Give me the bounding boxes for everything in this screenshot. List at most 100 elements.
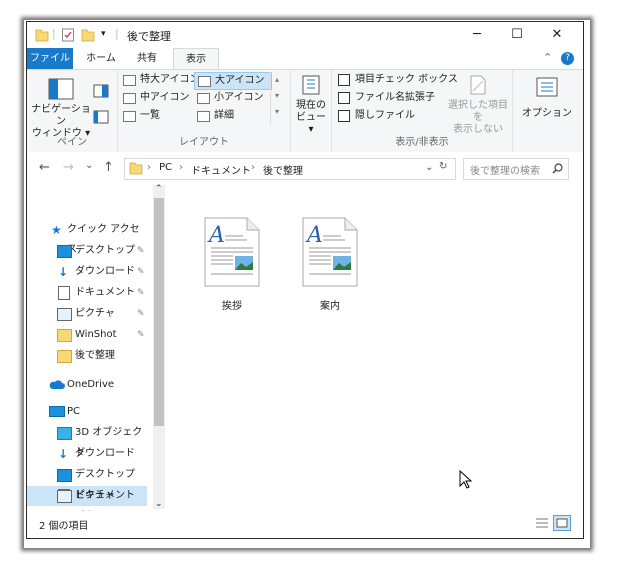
scrollbar-thumb[interactable]: [154, 198, 164, 426]
breadcrumb-documents[interactable]: ドキュメント: [191, 162, 251, 177]
folder-icon: [35, 29, 49, 42]
tab-share[interactable]: 共有: [127, 48, 167, 69]
tab-file[interactable]: ファイル: [27, 48, 73, 69]
nav-pc-desktop-label: デスクトップ: [75, 469, 135, 480]
nav-pc-downloads[interactable]: ↓ ダウンロード: [27, 444, 147, 464]
layout-details[interactable]: 詳細: [194, 108, 270, 124]
file-extension-toggle[interactable]: ファイル名拡張子: [338, 90, 435, 106]
quick-access-toolbar-dropdown[interactable]: ▾: [101, 29, 106, 45]
address-bar[interactable]: › PC › ドキュメント › 後で整理 ⌄ ↻: [124, 158, 456, 180]
nav-pc-3d-objects[interactable]: 3D オブジェクト: [27, 423, 147, 458]
large-icons-icon: [198, 76, 211, 87]
new-folder-icon[interactable]: [81, 27, 95, 43]
group-pane: ナビゲーション ウィンドウ ▾ ペイン: [27, 70, 118, 152]
tab-home[interactable]: ホーム: [81, 48, 121, 69]
pin-icon: ✎: [137, 288, 145, 298]
item-checkbox-toggle[interactable]: 項目チェック ボックス: [338, 72, 458, 88]
back-button[interactable]: ←: [39, 160, 50, 175]
item-checkbox-label: 項目チェック ボックス: [355, 74, 458, 85]
options-button[interactable]: オプション: [515, 76, 579, 119]
nav-pc-pictures-visible[interactable]: ピクチャ: [27, 486, 147, 506]
pictures-icon: [57, 308, 72, 321]
address-dropdown-button[interactable]: ⌄: [425, 162, 433, 173]
folder-icon: [57, 350, 72, 363]
file-extension-box[interactable]: [338, 92, 350, 104]
nav-quick-later[interactable]: 後で整理: [27, 346, 147, 366]
computer-icon: [49, 406, 65, 417]
hidden-files-toggle[interactable]: 隠しファイル: [338, 108, 415, 124]
address-row: ← → ⌄ ↑ › PC › ドキュメント › 後で整理 ⌄ ↻ 後で整理の検索: [27, 152, 583, 184]
nav-quick-access[interactable]: ★ クイック アクセス: [27, 220, 147, 255]
large-icons-view-icon[interactable]: [553, 515, 571, 531]
breadcrumb-separator: ›: [179, 162, 183, 173]
preview-pane-icon[interactable]: [93, 84, 109, 98]
layout-extra-large-label: 特大アイコン: [140, 74, 200, 85]
nav-quick-winshot[interactable]: WinShot ✎: [27, 325, 147, 345]
options-label: オプション: [522, 108, 572, 119]
properties-icon[interactable]: [61, 27, 75, 43]
close-button[interactable]: ✕: [537, 22, 577, 48]
scroll-down-icon[interactable]: ⌄: [155, 499, 163, 509]
refresh-button[interactable]: ↻: [439, 161, 447, 172]
layout-details-label: 詳細: [214, 110, 234, 121]
nav-pc-pictures-visible-label: ピクチャ: [75, 490, 115, 501]
nav-quick-pictures[interactable]: ピクチャ ✎: [27, 304, 147, 324]
nav-pc[interactable]: PC: [27, 402, 147, 422]
file-item[interactable]: A 挨拶: [197, 216, 267, 312]
layout-large-icons[interactable]: 大アイコン: [194, 72, 272, 90]
layout-list-label: 一覧: [140, 110, 160, 121]
group-current-view: 現在の ビュー ▾: [291, 70, 332, 152]
current-view-button[interactable]: 現在の ビュー ▾: [293, 74, 329, 136]
breadcrumb-separator: ›: [251, 162, 255, 173]
nav-quick-desktop[interactable]: デスクトップ ✎: [27, 241, 147, 261]
nav-quick-desktop-label: デスクトップ: [75, 245, 135, 256]
forward-button[interactable]: →: [63, 160, 74, 175]
nav-quick-downloads[interactable]: ↓ ダウンロード ✎: [27, 262, 147, 282]
nav-pc-desktop[interactable]: デスクトップ: [27, 465, 147, 485]
current-view-icon: [302, 75, 320, 95]
file-item[interactable]: A 案内: [295, 216, 365, 312]
wordpad-document-icon: A: [204, 217, 260, 287]
maximize-button[interactable]: ☐: [497, 22, 537, 48]
tab-view[interactable]: 表示: [173, 48, 219, 71]
pin-icon: ✎: [137, 267, 145, 277]
list-icon: [123, 111, 136, 122]
title-bar: | ▾ | 後で整理 ─ ☐ ✕: [27, 22, 583, 48]
nav-quick-documents[interactable]: ドキュメント ✎: [27, 283, 147, 303]
details-view-icon[interactable]: [535, 517, 549, 529]
details-icon: [197, 111, 210, 122]
recent-locations-button[interactable]: ⌄: [85, 160, 93, 171]
item-count: 2 個の項目: [39, 521, 89, 532]
hidden-files-box[interactable]: [338, 110, 350, 122]
nav-scrollbar[interactable]: ⌃ ⌄: [153, 184, 165, 509]
help-icon[interactable]: ?: [561, 52, 574, 65]
mouse-cursor-icon: [459, 470, 473, 489]
group-show-hide: 項目チェック ボックス ファイル名拡張子 隠しファイル 選択した項目を 表示しな…: [332, 70, 513, 152]
details-pane-icon[interactable]: [93, 110, 109, 124]
navigation-pane-button[interactable]: ナビゲーション ウィンドウ ▾: [31, 74, 91, 140]
layout-small-icons[interactable]: 小アイコン: [194, 90, 270, 106]
up-button[interactable]: ↑: [103, 160, 114, 175]
status-bar: 2 個の項目: [27, 511, 583, 537]
layout-large-label: 大アイコン: [215, 75, 265, 86]
hide-selected-label: 選択した項目を 表示しない: [448, 100, 508, 135]
breadcrumb-pc[interactable]: PC: [159, 162, 172, 173]
cube-icon: [57, 427, 72, 440]
search-box[interactable]: 後で整理の検索: [463, 158, 569, 180]
scroll-up-icon[interactable]: ⌃: [155, 184, 163, 194]
layout-small-label: 小アイコン: [214, 92, 264, 103]
file-extension-label: ファイル名拡張子: [355, 92, 435, 103]
item-checkbox-box[interactable]: [338, 74, 350, 86]
navigation-pane: ★ クイック アクセス デスクトップ ✎ ↓ ダウンロード ✎ ドキュメント ✎…: [27, 182, 153, 512]
title-separator: |: [52, 27, 56, 40]
minimize-button[interactable]: ─: [457, 22, 497, 48]
layout-medium-label: 中アイコン: [140, 92, 190, 103]
file-name: 挨拶: [222, 301, 242, 312]
ribbon-collapse-icon[interactable]: ⌃: [543, 51, 552, 64]
small-icons-icon: [197, 93, 210, 104]
layout-gallery-scroll[interactable]: ▴ ▾ ▾: [270, 72, 283, 124]
nav-onedrive[interactable]: OneDrive: [27, 375, 147, 395]
hide-selected-button[interactable]: 選択した項目を 表示しない: [448, 74, 508, 136]
pin-icon: ✎: [137, 309, 145, 319]
breadcrumb-current-folder[interactable]: 後で整理: [263, 162, 303, 177]
